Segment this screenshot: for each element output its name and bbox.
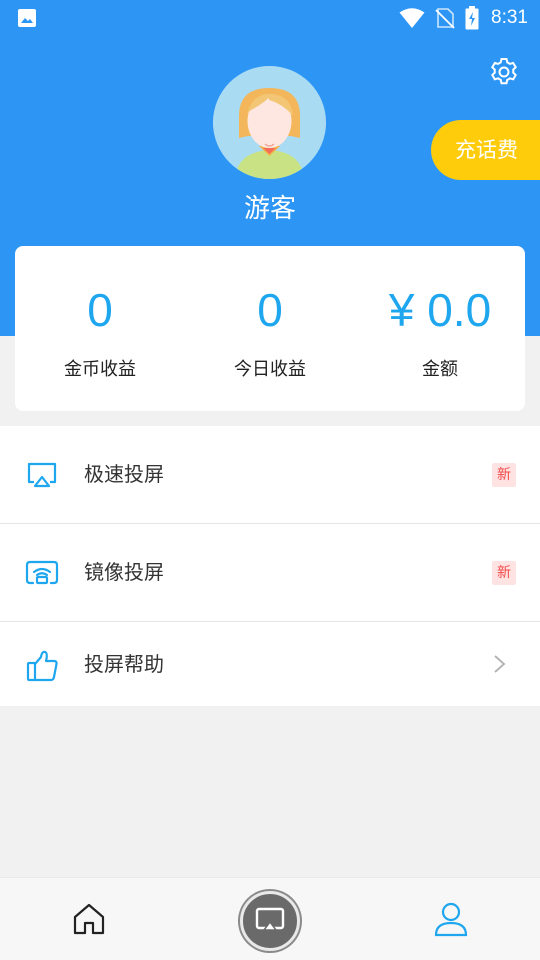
stat-coin-earnings[interactable]: 0 金币收益 — [15, 246, 185, 411]
earnings-card: 0 金币收益 0 今日收益 ¥ 0.0 金额 — [15, 246, 525, 411]
recharge-button[interactable]: 充话费 — [431, 120, 540, 180]
no-sim-icon — [435, 8, 455, 29]
stat-label: 金额 — [422, 359, 458, 380]
menu-item-label: 投屏帮助 — [84, 652, 164, 676]
gear-icon[interactable] — [488, 56, 520, 88]
airplay-icon — [27, 462, 57, 488]
chevron-right-icon — [494, 655, 506, 673]
status-time: 8:31 — [491, 7, 528, 28]
stat-label: 金币收益 — [64, 359, 136, 380]
status-bar: 8:31 — [0, 0, 540, 36]
new-badge: 新 — [492, 463, 516, 487]
menu-item-cast-help[interactable]: 投屏帮助 — [0, 622, 540, 706]
avatar[interactable] — [213, 66, 326, 179]
menu-item-mirror-cast[interactable]: 镜像投屏 新 — [0, 524, 540, 622]
battery-charging-icon — [465, 6, 479, 30]
menu-list: 极速投屏 新 镜像投屏 新 投屏帮助 — [0, 426, 540, 706]
menu-item-label: 镜像投屏 — [84, 560, 164, 584]
stat-value: ¥ 0.0 — [388, 284, 492, 336]
stat-balance[interactable]: ¥ 0.0 金额 — [355, 246, 525, 411]
mirror-cast-icon — [25, 560, 59, 585]
new-badge: 新 — [492, 561, 516, 585]
image-icon — [18, 9, 36, 27]
wifi-icon — [399, 8, 425, 28]
stat-label: 今日收益 — [234, 359, 306, 380]
cast-icon — [255, 907, 285, 931]
cast-button[interactable] — [240, 891, 300, 951]
username: 游客 — [243, 194, 296, 224]
profile-screen: 8:31 游客 充话费 0 金币收益 0 今日收益 ¥ 0.0 金额 极速投屏 … — [0, 0, 540, 960]
bottom-nav — [0, 877, 540, 960]
menu-item-label: 极速投屏 — [84, 462, 164, 486]
avatar-icon — [213, 66, 326, 179]
thumbs-up-icon — [26, 650, 58, 682]
stat-value: 0 — [257, 284, 283, 336]
stat-value: 0 — [87, 284, 113, 336]
profile-icon[interactable] — [433, 901, 469, 937]
home-icon[interactable] — [72, 902, 106, 936]
menu-item-fast-cast[interactable]: 极速投屏 新 — [0, 426, 540, 524]
stat-today-earnings[interactable]: 0 今日收益 — [185, 246, 355, 411]
